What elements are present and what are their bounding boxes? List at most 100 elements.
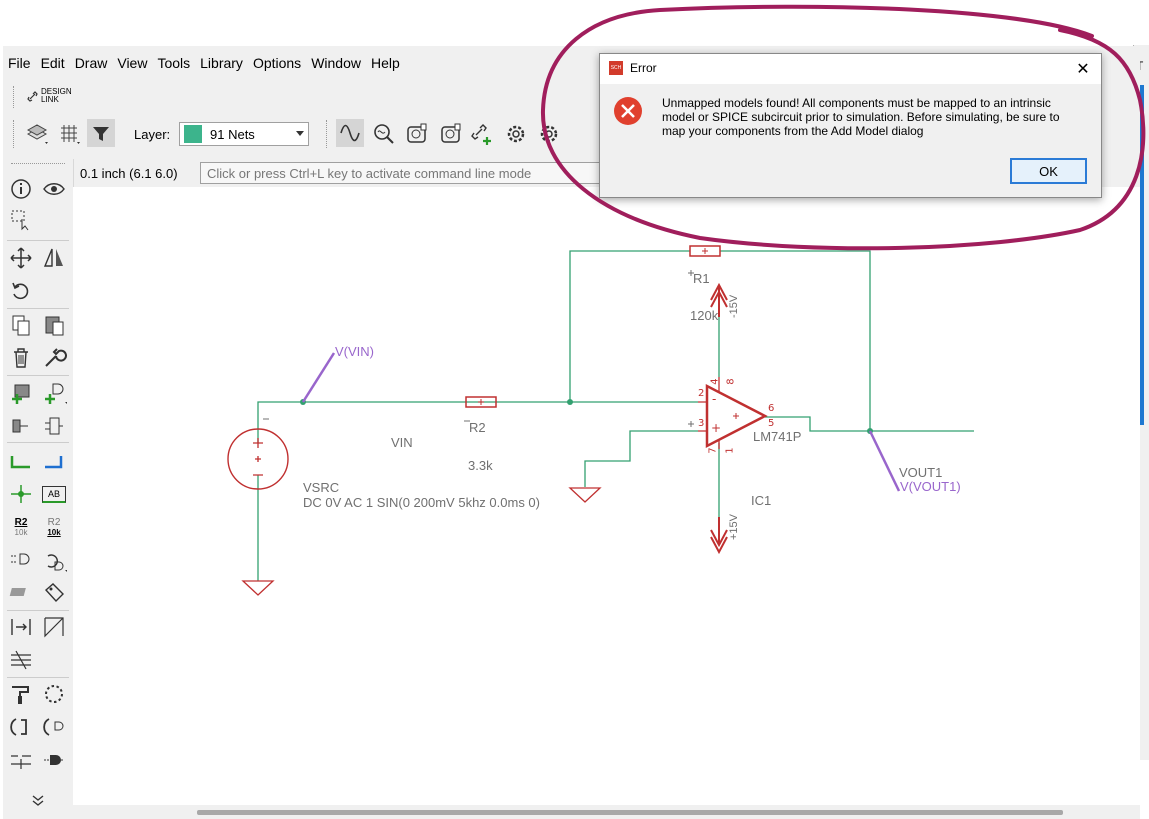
meter-icon[interactable] xyxy=(438,121,464,147)
opamp-minus: - xyxy=(712,392,717,406)
tool-divider xyxy=(7,677,69,678)
r1-value: 120k xyxy=(690,308,719,323)
paste-icon[interactable] xyxy=(41,312,67,338)
layer-label: Layer: xyxy=(134,127,171,142)
r1-name: R1 xyxy=(693,271,710,286)
draw-line-icon[interactable] xyxy=(41,614,67,640)
wire-icon[interactable] xyxy=(8,448,34,474)
probe-vin[interactable] xyxy=(301,352,336,403)
close-icon[interactable]: ✕ xyxy=(1073,58,1093,78)
pin-5: 5 xyxy=(768,418,775,429)
menu-tools[interactable]: Tools xyxy=(152,46,195,80)
opamp-origin xyxy=(733,413,739,419)
net-icon[interactable] xyxy=(41,448,67,474)
probe-vout[interactable] xyxy=(868,430,901,492)
error-dialog: SCH Error ✕ Unmapped models found! All c… xyxy=(599,53,1102,198)
add-gate-icon[interactable] xyxy=(41,380,67,406)
menu-help[interactable]: Help xyxy=(366,46,405,80)
copy-icon[interactable] xyxy=(8,312,34,338)
info-icon[interactable] xyxy=(8,176,34,202)
menu-file[interactable]: File xyxy=(3,46,36,80)
supply-bottom-label: +15V xyxy=(728,514,740,540)
filter-button[interactable] xyxy=(87,119,115,147)
left-tool-panel: AB R2 10k R2 10k xyxy=(3,159,74,819)
simulate-button[interactable] xyxy=(336,119,364,147)
tool-divider xyxy=(7,610,69,611)
split-icon[interactable] xyxy=(8,647,34,673)
toolbar-grip xyxy=(13,86,16,108)
add-model-icon[interactable] xyxy=(470,121,496,147)
r1-origin xyxy=(702,248,708,254)
gear-settings-icon[interactable] xyxy=(536,121,562,147)
add-part-icon[interactable] xyxy=(8,380,34,406)
layers-icon[interactable] xyxy=(25,122,51,146)
opamp-name: LM741P xyxy=(753,429,802,444)
expand-more-icon[interactable] xyxy=(25,787,51,813)
junction-icon[interactable] xyxy=(8,481,34,507)
supply-top-label: -15V xyxy=(728,294,740,318)
menu-view[interactable]: View xyxy=(112,46,152,80)
value-tool[interactable]: R2 10k xyxy=(41,514,67,540)
net-vout-label: VOUT1 xyxy=(899,465,943,480)
swap-gate-icon[interactable] xyxy=(41,548,67,574)
value-tool-label: R2 xyxy=(47,516,61,528)
delete-icon[interactable] xyxy=(8,345,34,371)
smash-icon[interactable] xyxy=(8,580,34,606)
ground-vsrc xyxy=(241,580,275,596)
menu-library[interactable]: Library xyxy=(195,46,248,80)
design-link-button[interactable]: DESIGN LINK xyxy=(27,86,77,108)
port-icon[interactable] xyxy=(8,614,34,640)
supply-bottom-symbol xyxy=(710,517,728,555)
connector-icon[interactable] xyxy=(41,747,67,773)
add-pin-icon[interactable] xyxy=(8,548,34,574)
r2-value: 3.3k xyxy=(468,458,493,473)
tool-divider xyxy=(7,442,69,443)
gear-icon[interactable] xyxy=(503,121,529,147)
ok-button[interactable]: OK xyxy=(1010,158,1087,184)
filter-icon xyxy=(93,127,109,141)
net-vin-label: VIN xyxy=(391,435,413,450)
dialog-message: Unmapped models found! All components mu… xyxy=(662,96,1060,138)
error-icon xyxy=(614,97,642,125)
bus-connect-icon[interactable] xyxy=(8,714,34,740)
label-ab-icon: AB xyxy=(42,485,66,503)
pin-2: 2 xyxy=(698,388,705,399)
schematic-canvas[interactable]: R1 120k R2 3.3k VSRC DC 0V AC 1 SIN(0 20… xyxy=(73,187,1140,805)
group-icon[interactable] xyxy=(41,681,67,707)
toolbar-grip-2 xyxy=(13,120,16,148)
rotate-icon[interactable] xyxy=(8,278,34,304)
ripup-icon[interactable] xyxy=(8,747,34,773)
menu-draw[interactable]: Draw xyxy=(70,46,113,80)
menu-window[interactable]: Window xyxy=(306,46,366,80)
dialog-title: Error xyxy=(630,61,657,75)
pin-1: 1 xyxy=(724,447,736,454)
horizontal-scrollbar[interactable] xyxy=(73,805,1140,819)
replace-icon[interactable] xyxy=(8,413,34,439)
paint-icon[interactable] xyxy=(8,681,34,707)
name-tool[interactable]: R2 10k xyxy=(8,514,34,540)
probe-icon[interactable] xyxy=(371,121,397,147)
menu-edit[interactable]: Edit xyxy=(36,46,70,80)
label-tool[interactable]: AB xyxy=(41,481,67,507)
name-tool-value: 10k xyxy=(14,527,28,537)
eye-icon[interactable] xyxy=(41,176,67,202)
mirror-icon[interactable] xyxy=(41,245,67,271)
wrench-icon[interactable] xyxy=(41,345,67,371)
gate-swap-icon[interactable] xyxy=(41,714,67,740)
layer-dropdown[interactable]: 91 Nets xyxy=(179,122,309,146)
opamp-ref: IC1 xyxy=(751,493,772,508)
probe-vin-label: V(VIN) xyxy=(335,344,374,359)
move-icon[interactable] xyxy=(8,245,34,271)
select-icon[interactable] xyxy=(8,207,34,233)
grid-icon[interactable] xyxy=(57,122,83,146)
app-icon: SCH xyxy=(609,61,623,75)
attribute-icon[interactable] xyxy=(41,580,67,606)
invoke-icon[interactable] xyxy=(41,413,67,439)
scope-icon[interactable] xyxy=(404,121,430,147)
sine-wave-icon xyxy=(340,124,360,142)
menu-options[interactable]: Options xyxy=(248,46,306,80)
vsrc-value: DC 0V AC 1 SIN(0 200mV 5khz 0.0ms 0) xyxy=(303,495,540,510)
pin-7: 7 xyxy=(707,447,719,454)
scroll-thumb[interactable] xyxy=(197,810,1063,815)
wires xyxy=(257,250,974,581)
